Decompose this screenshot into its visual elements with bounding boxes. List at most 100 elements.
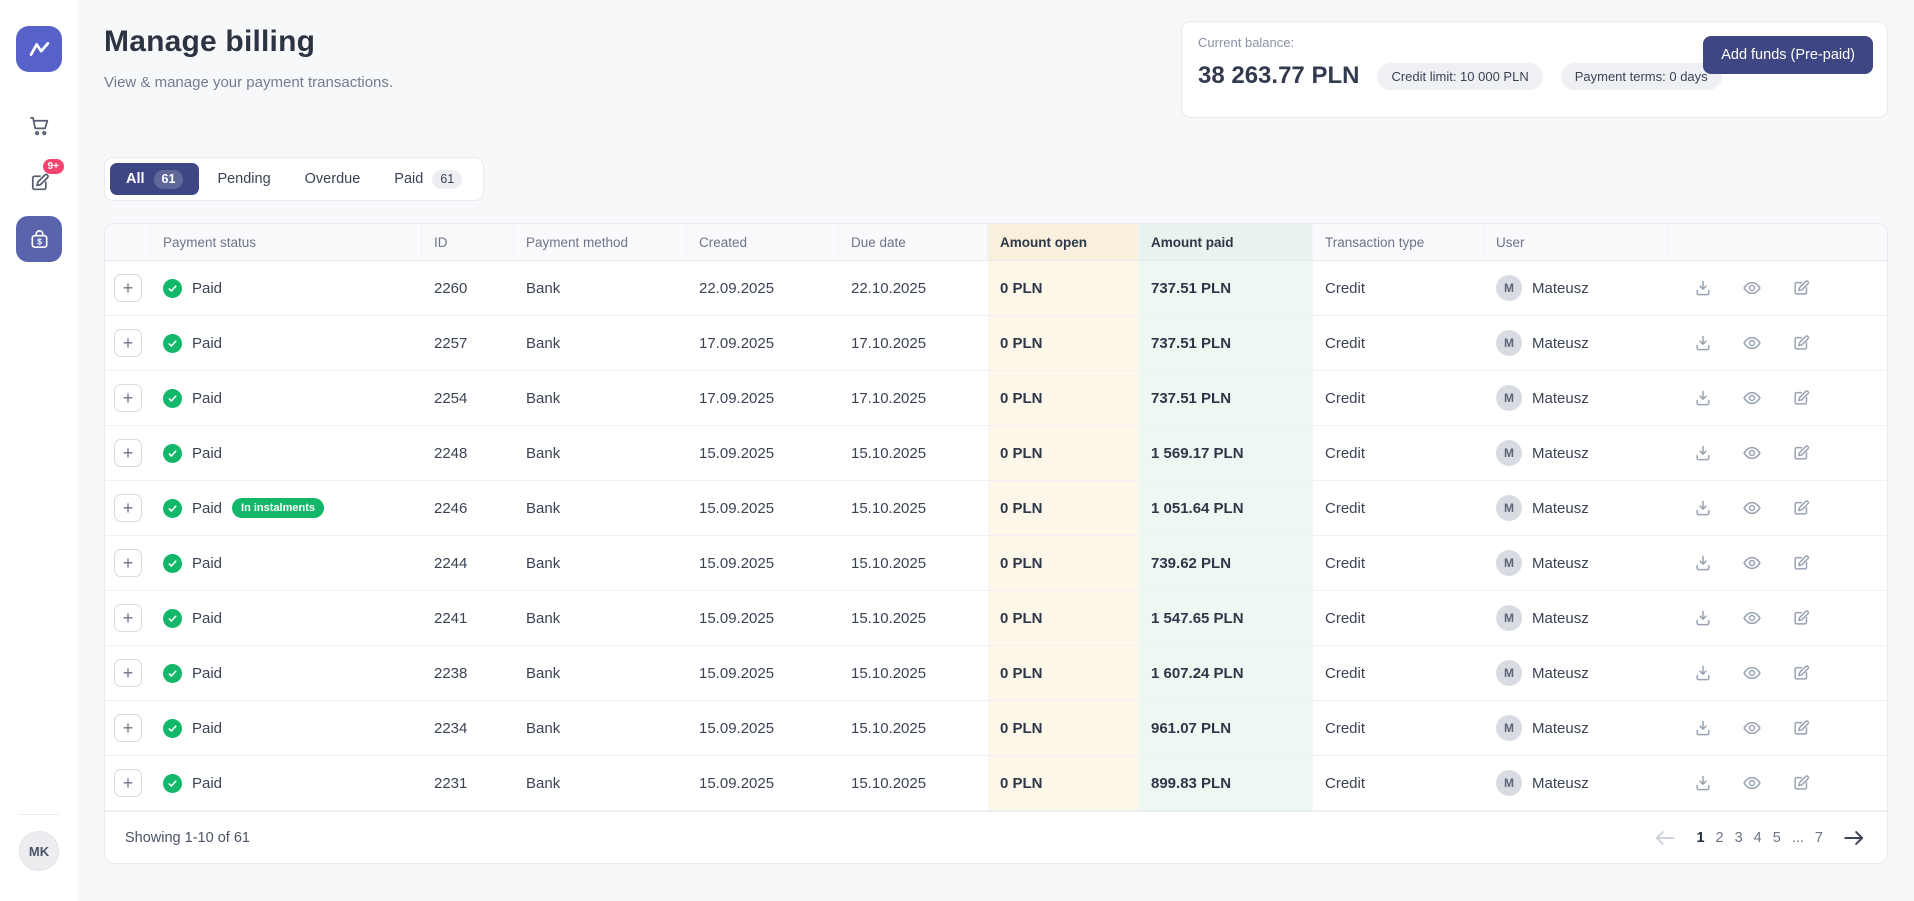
expand-row-button[interactable]: + <box>114 384 142 412</box>
svg-text:$: $ <box>37 236 42 246</box>
edit-transaction-button[interactable] <box>1791 443 1811 463</box>
expand-row-button[interactable]: + <box>114 274 142 302</box>
edit-transaction-button[interactable] <box>1791 498 1811 518</box>
paid-check-icon <box>163 719 182 738</box>
amount-open: 0 PLN <box>988 316 1139 370</box>
user-name: Mateusz <box>1532 775 1589 792</box>
page-number[interactable]: 5 <box>1773 830 1781 846</box>
download-invoice-button[interactable] <box>1693 553 1713 573</box>
download-invoice-button[interactable] <box>1693 333 1713 353</box>
paid-check-icon <box>163 279 182 298</box>
table-row: + Paid 2231 Bank 15.09.2025 15.10.2025 0… <box>105 756 1887 811</box>
sidebar-item-orders[interactable]: 9+ <box>16 159 62 205</box>
created-date: 15.09.2025 <box>687 756 839 810</box>
next-page-arrow[interactable] <box>1841 825 1867 851</box>
tab-all-count-badge: 61 <box>154 170 184 189</box>
actions-cell <box>1669 481 1887 535</box>
expand-row-button[interactable]: + <box>114 549 142 577</box>
page-number[interactable]: 7 <box>1815 830 1823 846</box>
edit-transaction-button[interactable] <box>1791 773 1811 793</box>
edit-transaction-button[interactable] <box>1791 718 1811 738</box>
tab-paid-count-badge: 61 <box>432 170 462 189</box>
sidebar-item-billing[interactable]: $ <box>16 216 62 262</box>
payment-status-label: Paid <box>192 280 222 297</box>
user-cell: M Mateusz <box>1484 481 1669 535</box>
download-invoice-button[interactable] <box>1693 388 1713 408</box>
tab-all[interactable]: All 61 <box>110 163 199 195</box>
edit-transaction-button[interactable] <box>1791 333 1811 353</box>
sidebar-item-cart[interactable] <box>16 102 62 148</box>
transaction-id: 2248 <box>422 426 514 480</box>
transaction-id: 2238 <box>422 646 514 700</box>
payment-status-label: Paid <box>192 775 222 792</box>
view-transaction-button[interactable] <box>1742 718 1762 738</box>
page-header: Manage billing View & manage your paymen… <box>104 21 1888 118</box>
previous-page-arrow[interactable] <box>1652 825 1678 851</box>
view-transaction-button[interactable] <box>1742 608 1762 628</box>
payment-status-label: Paid <box>192 500 222 517</box>
view-transaction-button[interactable] <box>1742 553 1762 573</box>
header-user: User <box>1484 224 1669 260</box>
download-invoice-button[interactable] <box>1693 773 1713 793</box>
sidebar: 9+ $ MK <box>0 0 78 901</box>
view-transaction-button[interactable] <box>1742 278 1762 298</box>
logo-pulse-icon <box>26 36 53 63</box>
transaction-type: Credit <box>1313 371 1484 425</box>
tab-paid[interactable]: Paid 61 <box>378 163 478 195</box>
view-transaction-button[interactable] <box>1742 773 1762 793</box>
paid-check-icon <box>163 664 182 683</box>
expand-row-button[interactable]: + <box>114 439 142 467</box>
payment-method: Bank <box>514 481 687 535</box>
edit-transaction-button[interactable] <box>1791 278 1811 298</box>
expand-row-button[interactable]: + <box>114 769 142 797</box>
download-invoice-button[interactable] <box>1693 718 1713 738</box>
download-invoice-button[interactable] <box>1693 663 1713 683</box>
tab-paid-label: Paid <box>394 169 423 189</box>
download-invoice-button[interactable] <box>1693 498 1713 518</box>
download-invoice-button[interactable] <box>1693 443 1713 463</box>
created-date: 22.09.2025 <box>687 261 839 315</box>
user-avatar: M <box>1496 770 1522 796</box>
expand-row-button[interactable]: + <box>114 659 142 687</box>
page-number[interactable]: 1 <box>1696 830 1704 846</box>
payment-method: Bank <box>514 701 687 755</box>
header-id: ID <box>422 224 514 260</box>
user-name: Mateusz <box>1532 390 1589 407</box>
download-invoice-button[interactable] <box>1693 278 1713 298</box>
edit-transaction-button[interactable] <box>1791 388 1811 408</box>
amount-open: 0 PLN <box>988 536 1139 590</box>
expand-row-button[interactable]: + <box>114 329 142 357</box>
download-invoice-button[interactable] <box>1693 608 1713 628</box>
app-logo[interactable] <box>16 26 62 72</box>
edit-transaction-button[interactable] <box>1791 608 1811 628</box>
pagination-ellipsis: ... <box>1792 830 1804 846</box>
page-number[interactable]: 3 <box>1735 830 1743 846</box>
transaction-type: Credit <box>1313 701 1484 755</box>
actions-cell <box>1669 426 1887 480</box>
edit-transaction-button[interactable] <box>1791 663 1811 683</box>
user-name: Mateusz <box>1532 555 1589 572</box>
expand-row-button[interactable]: + <box>114 604 142 632</box>
expand-row-button[interactable]: + <box>114 714 142 742</box>
view-transaction-button[interactable] <box>1742 333 1762 353</box>
balance-amount: 38 263.77 PLN <box>1198 62 1359 90</box>
table-row: + Paid 2244 Bank 15.09.2025 15.10.2025 0… <box>105 536 1887 591</box>
view-transaction-button[interactable] <box>1742 663 1762 683</box>
transaction-id: 2241 <box>422 591 514 645</box>
sidebar-divider <box>20 814 58 815</box>
page-number[interactable]: 2 <box>1716 830 1724 846</box>
view-transaction-button[interactable] <box>1742 443 1762 463</box>
view-transaction-button[interactable] <box>1742 388 1762 408</box>
created-date: 17.09.2025 <box>687 371 839 425</box>
edit-transaction-button[interactable] <box>1791 553 1811 573</box>
amount-paid: 1 607.24 PLN <box>1139 646 1313 700</box>
tab-pending[interactable]: Pending <box>201 163 286 195</box>
page-number[interactable]: 4 <box>1754 830 1762 846</box>
instalments-badge: In instalments <box>232 498 324 518</box>
tab-overdue[interactable]: Overdue <box>289 163 377 195</box>
user-avatar-menu[interactable]: MK <box>19 831 59 871</box>
expand-row-button[interactable]: + <box>114 494 142 522</box>
header-payment-status: Payment status <box>151 224 422 260</box>
view-transaction-button[interactable] <box>1742 498 1762 518</box>
add-funds-button[interactable]: Add funds (Pre-paid) <box>1703 36 1873 74</box>
